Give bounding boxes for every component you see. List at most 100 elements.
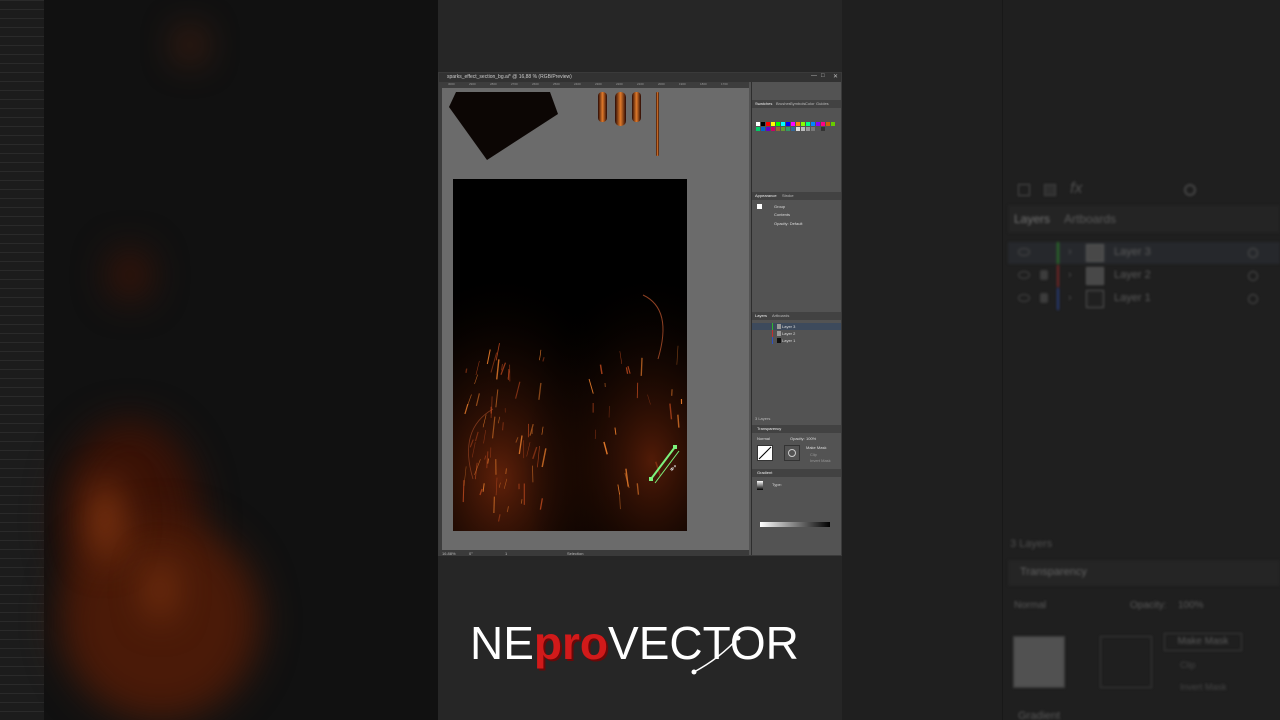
tab-symbols[interactable]: Symbols <box>790 101 805 106</box>
document-title: sparks_effect_section_bg.ai* @ 16,88 % (… <box>447 74 572 80</box>
gradient-title[interactable]: Gradient <box>757 470 772 475</box>
pasteboard-spark-rod[interactable] <box>632 92 641 122</box>
color-swatch[interactable] <box>796 127 800 131</box>
color-swatch[interactable] <box>801 122 805 126</box>
tab-artboards[interactable]: Artboards <box>772 313 789 318</box>
color-swatch[interactable] <box>816 127 820 131</box>
color-swatch[interactable] <box>761 122 765 126</box>
layer-name[interactable]: Layer 3 <box>782 324 795 329</box>
target-icon <box>1248 271 1258 281</box>
tab-guides[interactable]: Guides <box>816 101 829 106</box>
color-swatch[interactable] <box>776 127 780 131</box>
color-swatch[interactable] <box>826 122 830 126</box>
tab-appearance[interactable]: Appearance <box>755 193 777 198</box>
rotation-value[interactable]: 0° <box>469 551 473 555</box>
gradient-slider[interactable] <box>760 522 830 527</box>
pasteboard-shape[interactable] <box>449 92 558 160</box>
ruler-tick-label: 1700 <box>721 82 728 86</box>
color-swatch[interactable] <box>811 122 815 126</box>
layer-name[interactable]: Layer 2 <box>782 331 795 336</box>
gradient-preview[interactable] <box>757 481 763 490</box>
zoom-level[interactable]: 16,88% <box>442 551 456 555</box>
artboard-number[interactable]: 1 <box>505 551 507 555</box>
transparency-title[interactable]: Transparency <box>757 426 781 431</box>
blurred-panels-backdrop: fx Layers Artboards › Layer 3 › Layer 2 … <box>842 0 1280 720</box>
color-swatch[interactable] <box>821 122 825 126</box>
backdrop-opacity-label: Opacity: <box>1130 600 1167 611</box>
color-swatch[interactable] <box>786 127 790 131</box>
color-swatch[interactable] <box>796 122 800 126</box>
layer-name: Layer 3 <box>1114 246 1151 258</box>
backdrop-tab-layers: Layers <box>1014 212 1051 226</box>
color-swatch[interactable] <box>811 127 815 131</box>
opacity-input[interactable]: 100% <box>806 436 816 441</box>
swatch-grid[interactable] <box>756 122 840 152</box>
status-bar: 16,88% 0° 1 Selection <box>439 550 749 555</box>
color-swatch[interactable] <box>781 122 785 126</box>
tab-brushes[interactable]: Brushes <box>776 101 791 106</box>
color-swatch[interactable] <box>781 127 785 131</box>
pasteboard-spark-line[interactable] <box>656 92 659 156</box>
spark-streak <box>462 480 465 503</box>
color-swatch[interactable] <box>816 122 820 126</box>
backdrop-no-icon <box>1184 184 1196 196</box>
canvas-area[interactable]: ➶ <box>442 88 749 550</box>
invert-mask-checkbox[interactable]: Invert Mask <box>810 458 831 463</box>
color-swatch[interactable] <box>801 127 805 131</box>
color-swatch[interactable] <box>821 127 825 131</box>
color-swatch[interactable] <box>771 127 775 131</box>
mask-thumbnail[interactable] <box>784 445 800 461</box>
pasteboard-spark-rod[interactable] <box>615 92 626 126</box>
clip-checkbox[interactable]: Clip <box>810 452 817 457</box>
backdrop-toolbar-row <box>1044 184 1056 196</box>
ruler-tick-label: 2100 <box>637 82 644 86</box>
layer-row[interactable]: Layer 2 <box>752 330 841 337</box>
color-swatch[interactable] <box>791 122 795 126</box>
backdrop-mask-thumb <box>1013 636 1065 688</box>
target-icon <box>1248 248 1258 258</box>
color-swatch[interactable] <box>761 127 765 131</box>
color-swatch[interactable] <box>831 122 835 126</box>
tab-swatches[interactable]: Swatches <box>755 101 772 106</box>
layer-row[interactable]: Layer 1 <box>752 337 841 344</box>
backdrop-gradient-title: Gradient <box>1018 710 1061 720</box>
artboard[interactable]: ➶ <box>453 179 687 531</box>
color-swatch[interactable] <box>786 122 790 126</box>
tab-stroke[interactable]: Stroke <box>782 193 794 198</box>
color-swatch[interactable] <box>791 127 795 131</box>
color-swatch[interactable] <box>766 122 770 126</box>
layer-color-bar <box>772 323 773 330</box>
make-mask-button[interactable]: Make Mask <box>806 445 826 450</box>
ruler-tick-label: 1900 <box>679 82 686 86</box>
layer-thumbnail <box>1086 267 1104 285</box>
color-swatch[interactable] <box>776 122 780 126</box>
layer-row[interactable]: Layer 3 <box>752 323 841 330</box>
backdrop-make-mask: Make Mask <box>1164 633 1242 651</box>
color-swatch[interactable] <box>766 127 770 131</box>
maximize-button[interactable]: □ <box>821 73 825 79</box>
ruler-tick-label: 2500 <box>553 82 560 86</box>
color-swatch[interactable] <box>771 122 775 126</box>
blend-mode-select[interactable]: Normal <box>757 436 770 441</box>
color-swatch[interactable] <box>806 127 810 131</box>
minimize-button[interactable]: — <box>811 73 817 79</box>
color-swatch[interactable] <box>756 122 760 126</box>
layer-color-bar <box>1057 288 1059 310</box>
close-button[interactable]: ✕ <box>833 73 838 80</box>
ruler-tick-label: 2800 <box>490 82 497 86</box>
backdrop-ember <box>90 480 120 560</box>
lock-icon <box>1040 270 1048 280</box>
backdrop-fx-icon: fx <box>1070 180 1083 197</box>
layer-name: Layer 2 <box>1114 269 1151 281</box>
backdrop-layers-tabs: Layers Artboards <box>1008 205 1280 233</box>
color-swatch[interactable] <box>756 127 760 131</box>
backdrop-ember <box>110 250 150 300</box>
tab-layers[interactable]: Layers <box>755 313 767 318</box>
tab-color[interactable]: Color <box>805 101 815 106</box>
pasteboard-spark-rod[interactable] <box>598 92 607 122</box>
ruler-tick-label: 2200 <box>616 82 623 86</box>
layer-name[interactable]: Layer 1 <box>782 338 795 343</box>
color-swatch[interactable] <box>806 122 810 126</box>
panel-dock: Swatches Brushes Symbols Color Guides Ap… <box>751 82 841 555</box>
appearance-group: Group <box>774 204 786 209</box>
